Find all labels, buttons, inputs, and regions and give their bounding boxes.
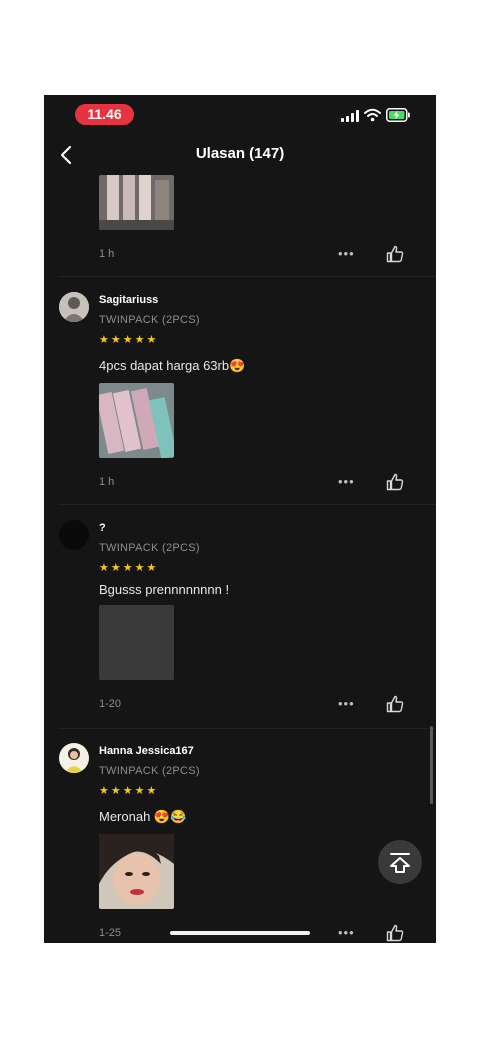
review-comment: Bgusss prennnnnnnn !	[99, 582, 230, 597]
battery-charging-icon	[386, 108, 410, 122]
home-indicator[interactable]	[170, 931, 310, 935]
star-rating: ★★★★★	[99, 785, 159, 797]
scroll-to-top-button[interactable]	[378, 840, 422, 884]
review-variant: TWINPACK (2PCS)	[99, 542, 200, 554]
review-comment: 4pcs dapat harga 63rb😍	[99, 358, 246, 373]
review-comment: Meronah 😍😂	[99, 809, 187, 824]
reviewer-name: Sagitariuss	[99, 294, 159, 306]
review-photo[interactable]	[99, 605, 174, 680]
divider	[59, 504, 436, 505]
star-rating: ★★★★★	[99, 334, 159, 346]
more-options-button[interactable]: •••	[338, 474, 355, 489]
review-photo[interactable]	[99, 175, 174, 230]
status-bar: 11.46	[44, 95, 436, 135]
review-photo[interactable]	[99, 383, 174, 458]
reviewer-name: Hanna Jessica167	[99, 745, 194, 757]
more-options-button[interactable]: •••	[338, 925, 355, 940]
wifi-icon	[364, 108, 381, 122]
divider	[59, 728, 436, 729]
avatar[interactable]	[59, 520, 89, 550]
phone-screen: 11.46 Ulasan (147) 1 h ••• Sagitariuss T…	[44, 95, 436, 943]
review-time: 1 h	[99, 476, 115, 488]
avatar[interactable]	[59, 743, 89, 773]
divider	[59, 276, 436, 277]
more-options-button[interactable]: •••	[338, 246, 355, 261]
thumbs-up-icon[interactable]	[386, 473, 404, 491]
review-variant: TWINPACK (2PCS)	[99, 765, 200, 777]
thumbs-up-icon[interactable]	[386, 245, 404, 263]
reviewer-name: ?	[99, 522, 106, 534]
header: Ulasan (147)	[44, 135, 436, 175]
page-title: Ulasan (147)	[195, 145, 285, 162]
signal-icon	[341, 110, 359, 122]
status-time: 11.46	[75, 104, 134, 125]
avatar[interactable]	[59, 292, 89, 322]
review-time: 1-20	[99, 698, 122, 710]
review-variant: TWINPACK (2PCS)	[99, 314, 200, 326]
thumbs-up-icon[interactable]	[386, 924, 404, 942]
star-rating: ★★★★★	[99, 562, 159, 574]
review-time: 1 h	[99, 248, 115, 260]
thumbs-up-icon[interactable]	[386, 695, 404, 713]
more-options-button[interactable]: •••	[338, 696, 355, 711]
scrollbar[interactable]	[430, 726, 433, 804]
arrow-up-icon	[390, 853, 410, 873]
review-time: 1-25	[99, 927, 122, 939]
review-photo[interactable]	[99, 834, 174, 909]
